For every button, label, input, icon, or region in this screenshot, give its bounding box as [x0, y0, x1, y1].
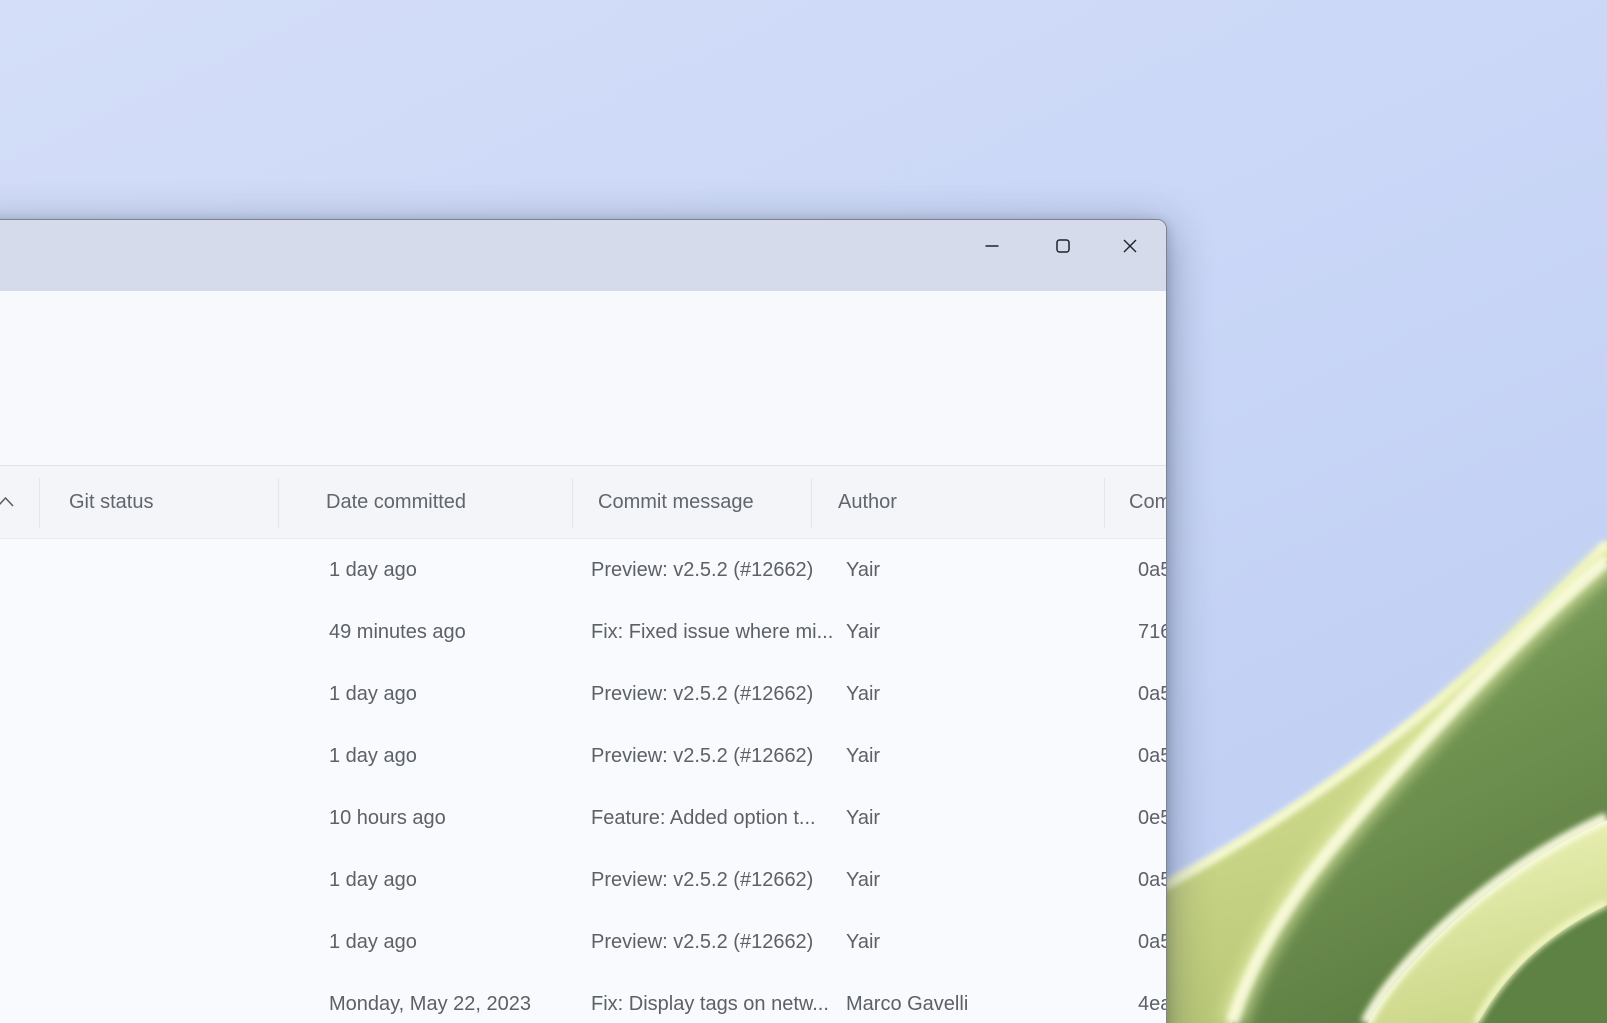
cell-date: 1 day ago [329, 663, 579, 725]
column-separator[interactable] [572, 478, 573, 528]
column-separator[interactable] [278, 478, 279, 528]
column-header-commit-message[interactable]: Commit message [598, 466, 808, 538]
cell-date: 1 day ago [329, 725, 579, 787]
command-toolbar [0, 369, 1166, 465]
column-separator[interactable] [811, 478, 812, 528]
column-header-author[interactable]: Author [838, 466, 1038, 538]
titlebar[interactable] [0, 220, 1166, 291]
cell-git-status [69, 973, 309, 1023]
cell-message: Preview: v2.5.2 (#12662) [591, 849, 841, 911]
cell-git-status [69, 787, 309, 849]
cell-sha: 0a5 [1138, 539, 1167, 601]
column-separator[interactable] [39, 478, 40, 528]
cell-sha: 0a5 [1138, 725, 1167, 787]
cell-author: Marco Gavelli [846, 973, 1086, 1023]
cell-message: Fix: Display tags on netw... [591, 973, 841, 1023]
table-row[interactable]: 1 day ago Preview: v2.5.2 (#12662) Yair … [0, 911, 1166, 973]
cell-sha: 0e5 [1138, 787, 1167, 849]
cell-sha: 0a5 [1138, 911, 1167, 973]
cell-message: Feature: Added option t... [591, 787, 841, 849]
cell-git-status [69, 849, 309, 911]
table-row[interactable]: 1 day ago Preview: v2.5.2 (#12662) Yair … [0, 725, 1166, 787]
table-row[interactable]: Monday, May 22, 2023 Fix: Display tags o… [0, 973, 1166, 1023]
cell-date: 1 day ago [329, 911, 579, 973]
cell-sha: 716 [1138, 601, 1167, 663]
navigation-bar: src [0, 291, 1166, 369]
cell-sha: 0a5 [1138, 849, 1167, 911]
table-row[interactable]: 1 day ago Preview: v2.5.2 (#12662) Yair … [0, 663, 1166, 725]
cell-message: Preview: v2.5.2 (#12662) [591, 911, 841, 973]
cell-date: 1 day ago [329, 849, 579, 911]
cell-git-status [69, 725, 309, 787]
cell-git-status [69, 911, 309, 973]
close-icon [1123, 239, 1137, 253]
column-header-date-committed[interactable]: Date committed [326, 466, 566, 538]
cell-sha: 0a5 [1138, 663, 1167, 725]
cell-author: Yair [846, 911, 1086, 973]
sort-ascending-icon [0, 496, 14, 508]
column-header-commit-sha[interactable]: Com [1129, 466, 1167, 538]
cell-message: Preview: v2.5.2 (#12662) [591, 663, 841, 725]
table-row[interactable]: 10 hours ago Feature: Added option t... … [0, 787, 1166, 849]
cell-author: Yair [846, 539, 1086, 601]
cell-author: Yair [846, 725, 1086, 787]
cell-git-status [69, 539, 309, 601]
cell-author: Yair [846, 849, 1086, 911]
cell-date: 1 day ago [329, 539, 579, 601]
minimize-icon [985, 239, 999, 253]
column-header-git-status[interactable]: Git status [69, 466, 269, 538]
cell-message: Fix: Fixed issue where mi... [591, 601, 841, 663]
maximize-icon [1056, 239, 1070, 253]
cell-date: 49 minutes ago [329, 601, 579, 663]
table-row[interactable]: 49 minutes ago Fix: Fixed issue where mi… [0, 601, 1166, 663]
cell-author: Yair [846, 787, 1086, 849]
file-list: 1 day ago Preview: v2.5.2 (#12662) Yair … [0, 539, 1166, 1023]
cell-sha: 4ea [1138, 973, 1167, 1023]
table-header: Git status Date committed Commit message… [0, 465, 1166, 539]
cell-date: 10 hours ago [329, 787, 579, 849]
cell-git-status [69, 601, 309, 663]
cell-date: Monday, May 22, 2023 [329, 973, 579, 1023]
close-button[interactable] [1107, 226, 1153, 266]
maximize-button[interactable] [1040, 226, 1086, 266]
cell-author: Yair [846, 601, 1086, 663]
cell-git-status [69, 663, 309, 725]
column-separator[interactable] [1104, 478, 1105, 528]
table-row[interactable]: 1 day ago Preview: v2.5.2 (#12662) Yair … [0, 539, 1166, 601]
cell-message: Preview: v2.5.2 (#12662) [591, 725, 841, 787]
minimize-button[interactable] [969, 226, 1015, 266]
cell-author: Yair [846, 663, 1086, 725]
file-explorer-window: src [0, 219, 1167, 1023]
table-row[interactable]: 1 day ago Preview: v2.5.2 (#12662) Yair … [0, 849, 1166, 911]
cell-message: Preview: v2.5.2 (#12662) [591, 539, 841, 601]
